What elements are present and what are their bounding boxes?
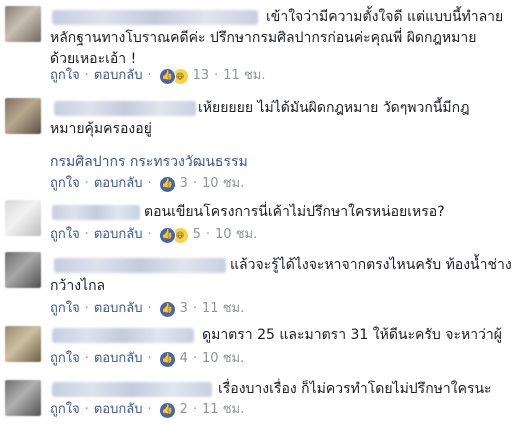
separator: · xyxy=(192,176,198,192)
reaction-count: 13 xyxy=(192,68,210,83)
timestamp[interactable]: 11 ชม. xyxy=(202,401,244,419)
avatar[interactable] xyxy=(5,252,41,288)
reply-button[interactable]: ตอบกลับ xyxy=(94,350,143,368)
comment-actions: ถูกใจ · ตอบกลับ · 👍 3 · 11 ชม. xyxy=(50,300,244,319)
separator: · xyxy=(147,227,152,243)
comment-text-line: กว้างไกล xyxy=(50,278,106,294)
separator: · xyxy=(147,176,152,192)
timestamp[interactable]: 10 ชม. xyxy=(202,350,244,368)
reactions[interactable]: 👍 😆 5 xyxy=(158,226,201,245)
reply-button[interactable]: ตอบกลับ xyxy=(94,226,143,244)
separator: · xyxy=(192,351,198,367)
reactions[interactable]: 👍 4 xyxy=(158,350,188,369)
like-reaction-icon: 👍 xyxy=(158,67,176,85)
comment-text-line: หลักฐานทางโบราณคดีค่ะ ปรึกษากรมศิลปากรก่… xyxy=(50,30,477,46)
avatar[interactable] xyxy=(5,6,41,42)
timestamp[interactable]: 10 ชม. xyxy=(215,226,257,244)
separator: · xyxy=(84,176,89,192)
commenter-name[interactable] xyxy=(52,382,212,397)
like-button[interactable]: ถูกใจ xyxy=(50,175,80,193)
comment-actions: ถูกใจ · ตอบกลับ · 👍 4 · 10 ชม. xyxy=(50,350,244,369)
like-reaction-icon: 👍 xyxy=(158,300,176,318)
like-reaction-icon: 👍 xyxy=(158,175,176,193)
separator: · xyxy=(147,351,152,367)
separator: · xyxy=(147,402,152,418)
reply-button[interactable]: ตอบกลับ xyxy=(94,67,143,85)
separator: · xyxy=(192,301,198,317)
avatar[interactable] xyxy=(5,380,41,416)
separator: · xyxy=(205,227,211,243)
separator: · xyxy=(192,402,198,418)
reactions[interactable]: 👍 2 xyxy=(158,401,188,420)
reply-button[interactable]: ตอบกลับ xyxy=(94,401,143,419)
avatar[interactable] xyxy=(5,98,41,134)
like-reaction-icon: 👍 xyxy=(158,401,176,419)
like-button[interactable]: ถูกใจ xyxy=(50,300,80,318)
reaction-count: 2 xyxy=(179,402,188,417)
separator: · xyxy=(84,351,89,367)
timestamp[interactable]: 11 ชม. xyxy=(202,300,244,318)
like-reaction-icon: 👍 xyxy=(158,226,176,244)
reply-button[interactable]: ตอบกลับ xyxy=(94,300,143,318)
separator: · xyxy=(147,68,152,84)
reactions[interactable]: 👍 😆 13 xyxy=(158,67,210,86)
comment-actions: ถูกใจ · ตอบกลับ · 👍 😆 13 · 11 ชม. xyxy=(50,67,265,86)
comment-actions: ถูกใจ · ตอบกลับ · 👍 3 · 10 ชม. xyxy=(50,175,244,194)
comment-text-line: ดูมาตรา 25 และมาตรา 31 ให้ดีนะครับ จะหาว… xyxy=(202,327,502,343)
like-button[interactable]: ถูกใจ xyxy=(50,226,80,244)
separator: · xyxy=(84,227,89,243)
comment-text-line: หมายคุ้มครองอยู่ xyxy=(50,121,152,137)
separator: · xyxy=(84,402,89,418)
reaction-count: 3 xyxy=(179,176,188,191)
avatar[interactable] xyxy=(5,326,41,362)
commenter-name[interactable] xyxy=(52,10,258,25)
separator: · xyxy=(84,68,89,84)
commenter-name[interactable] xyxy=(52,205,140,220)
separator: · xyxy=(147,301,152,317)
reactions[interactable]: 👍 3 xyxy=(158,175,188,194)
commenter-name[interactable] xyxy=(54,258,226,273)
comment-actions: ถูกใจ · ตอบกลับ · 👍 2 · 11 ชม. xyxy=(50,401,244,420)
timestamp[interactable]: 10 ชม. xyxy=(202,175,244,193)
timestamp[interactable]: 11 ชม. xyxy=(223,67,265,85)
like-button[interactable]: ถูกใจ xyxy=(50,350,80,368)
avatar[interactable] xyxy=(5,200,41,236)
like-reaction-icon: 👍 xyxy=(158,350,176,368)
comment-text-line: เข้าใจว่ามีความตั้งใจดี แต่แบบนี้ทำลาย xyxy=(266,9,504,25)
reaction-count: 5 xyxy=(192,227,201,242)
comment-text-line: ด้วยเหอะเอ้า ! xyxy=(50,51,137,67)
comment-actions: ถูกใจ · ตอบกลับ · 👍 😆 5 · 10 ชม. xyxy=(50,226,257,245)
comment-text-line: เรื่องบางเรื่อง ก็ไม่ควรทำโดยไม่ปรึกษาใค… xyxy=(218,381,492,397)
comment-text-line: แล้วจะรู้ได้ไงจะหาจากตรงไหนครับ ท้องน้ำช… xyxy=(230,257,512,273)
like-button[interactable]: ถูกใจ xyxy=(50,67,80,85)
reactions[interactable]: 👍 3 xyxy=(158,300,188,319)
comment-text-line: ตอนเขียนโครงการนี่เค้าไม่ปรึกษาใครหน่อยเ… xyxy=(144,204,445,220)
comment-text-line: เห้ยยยยย ไม่ได้มันผิดกฎหมาย วัดๆพวกนี้มี… xyxy=(198,100,470,116)
commenter-name[interactable] xyxy=(52,328,194,343)
commenter-name[interactable] xyxy=(54,101,196,116)
page-link[interactable]: กรมศิลปากร กระทรวงวัฒนธรรม xyxy=(50,152,248,172)
reply-button[interactable]: ตอบกลับ xyxy=(94,175,143,193)
separator: · xyxy=(214,68,219,84)
reaction-count: 3 xyxy=(179,301,188,316)
reaction-count: 4 xyxy=(179,351,188,366)
separator: · xyxy=(84,301,89,317)
like-button[interactable]: ถูกใจ xyxy=(50,401,80,419)
